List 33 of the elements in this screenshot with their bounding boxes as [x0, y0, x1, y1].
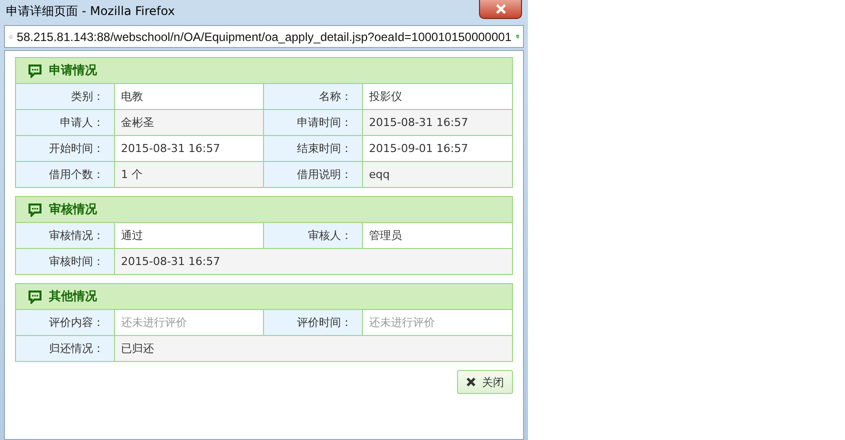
chat-icon [28, 202, 42, 216]
field-label: 名称： [264, 84, 363, 109]
field-label: 开始时间： [16, 136, 115, 161]
close-button[interactable]: 关闭 [457, 370, 513, 394]
field-value: 金彬圣 [115, 110, 264, 135]
field-value: eqq [363, 162, 512, 187]
field-label: 申请人： [16, 110, 115, 135]
close-button[interactable] [479, 0, 522, 19]
field-label: 审核人： [264, 223, 363, 248]
section-title: 审核情况 [49, 201, 97, 218]
field-value: 1 个 [115, 162, 264, 187]
field-label: 借用个数： [16, 162, 115, 187]
field-value: 已归还 [115, 336, 512, 361]
field-label: 审核时间： [16, 249, 115, 274]
field-value: 2015-08-31 16:57 [363, 110, 512, 135]
field-label: 结束时间： [264, 136, 363, 161]
section-title: 申请情况 [49, 62, 97, 79]
section-title: 其他情况 [49, 288, 97, 305]
field-label: 类别： [16, 84, 115, 109]
chat-icon [28, 64, 42, 78]
field-label: 审核情况： [16, 223, 115, 248]
field-label: 归还情况： [16, 336, 115, 361]
field-label: 申请时间： [264, 110, 363, 135]
close-icon [494, 4, 506, 14]
field-label: 评价时间： [264, 310, 363, 335]
window-title: 申请详细页面 - Mozilla Firefox [6, 2, 175, 20]
chat-icon [28, 290, 42, 304]
url-text: 58.215.81.143:88/webschool/n/OA/Equipment/oa_apply_detail.jsp?oeaId=100010150000001 [16, 30, 512, 44]
address-bar[interactable]: 58.215.81.143:88/webschool/n/OA/Equipment/oa_apply_detail.jsp?oeaId=100010150000001 [4, 25, 524, 48]
field-label: 借用说明： [264, 162, 363, 187]
field-label: 评价内容： [16, 310, 115, 335]
close-icon [466, 377, 476, 387]
field-value: 2015-08-31 16:57 [115, 249, 512, 274]
